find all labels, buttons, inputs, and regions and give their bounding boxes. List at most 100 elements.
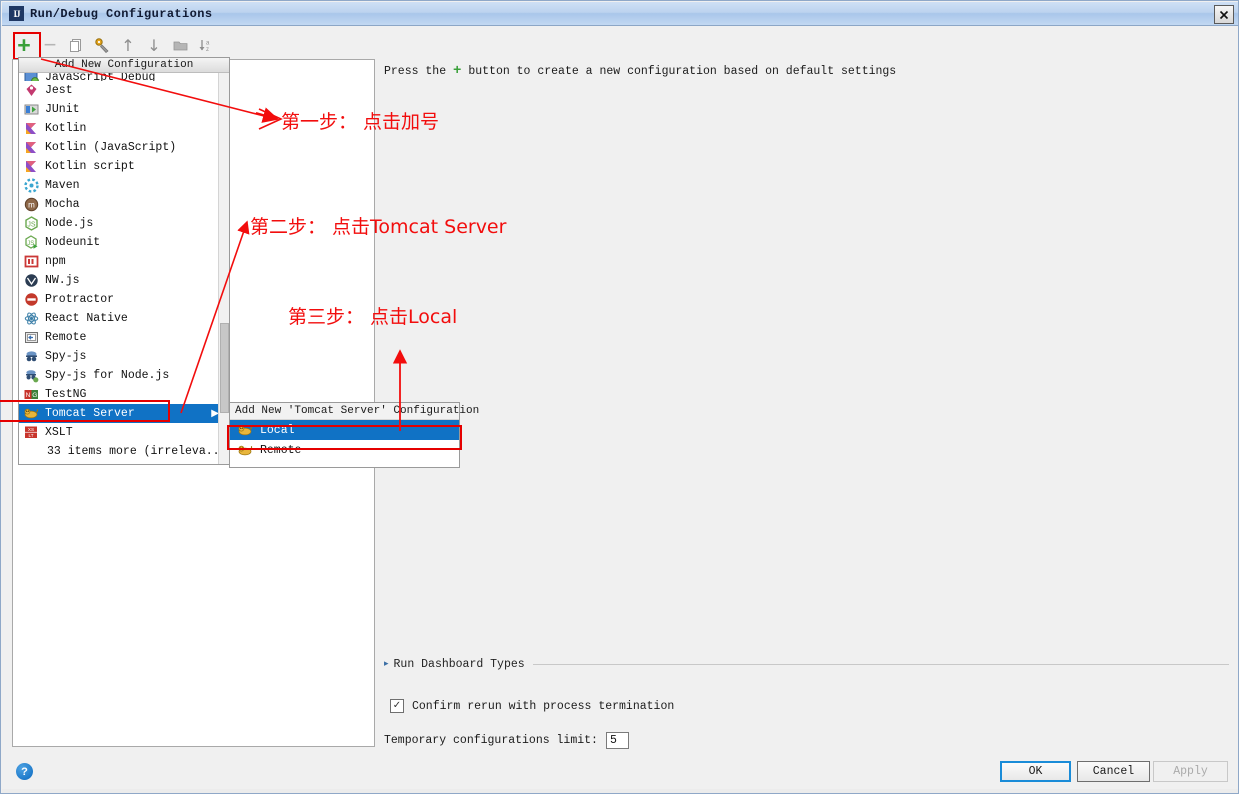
config-type-item[interactable]: m Mocha — [19, 195, 229, 214]
plus-icon: + — [17, 32, 31, 58]
svg-text:a: a — [206, 40, 210, 46]
run-dashboard-types-section[interactable]: ▸ Run Dashboard Types — [384, 657, 1229, 671]
config-type-item[interactable]: N G TestNG — [19, 385, 229, 404]
apply-button: Apply — [1153, 761, 1228, 782]
config-type-label: Tomcat Server — [45, 407, 135, 420]
config-type-item[interactable]: Kotlin script — [19, 157, 229, 176]
copy-configuration-button[interactable] — [63, 32, 89, 58]
config-type-item[interactable]: Spy-js for Node.js — [19, 366, 229, 385]
sort-alphabetically-button[interactable]: a z — [193, 32, 219, 58]
config-type-item[interactable]: JavaScript Debug — [19, 73, 229, 81]
run-dashboard-types-label: Run Dashboard Types — [393, 657, 525, 671]
nodeunit-icon: JS — [24, 235, 39, 250]
add-new-configuration-popup: Add New Configuration JavaScript Debug Je… — [18, 57, 230, 465]
config-type-item[interactable]: JS Nodeunit — [19, 233, 229, 252]
hint-prefix: Press the — [384, 65, 447, 78]
folder-icon — [173, 41, 187, 50]
run-debug-configurations-dialog: IJ Run/Debug Configurations + − ↑ ↓ a z … — [0, 0, 1239, 794]
maven-icon — [24, 178, 39, 193]
config-type-item[interactable]: JUnit — [19, 100, 229, 119]
config-type-item[interactable]: Kotlin (JavaScript) — [19, 138, 229, 157]
config-type-item[interactable]: XS LT XSLT — [19, 423, 229, 442]
tomcat-icon — [238, 423, 253, 438]
config-type-item[interactable]: npm — [19, 252, 229, 271]
config-type-label: Node.js — [45, 217, 94, 230]
config-type-label: Remote — [45, 331, 87, 344]
temp-limit-label: Temporary configurations limit: — [384, 734, 598, 747]
config-type-item[interactable]: Tomcat Server ▶ — [19, 404, 229, 423]
testng-icon: NG — [24, 387, 39, 402]
help-icon[interactable]: ? — [16, 763, 33, 780]
svg-text:XS: XS — [28, 427, 34, 432]
confirm-rerun-checkbox[interactable]: ✓ — [390, 699, 404, 713]
nodejs-icon: JS — [24, 216, 39, 231]
config-type-item[interactable]: Protractor — [19, 290, 229, 309]
popup-scrollbar[interactable] — [218, 73, 229, 464]
config-type-label: npm — [45, 255, 66, 268]
temp-limit-input[interactable] — [605, 732, 629, 749]
hint-plus-icon: + — [453, 63, 462, 79]
configuration-type-list[interactable]: JavaScript Debug Jest JUnit Kotlin Kotlin (J… — [19, 73, 229, 464]
nwjs-icon — [24, 273, 39, 288]
tomcat-icon — [24, 406, 39, 421]
configurations-toolbar: + − ↑ ↓ a z — [11, 31, 371, 59]
window-title: Run/Debug Configurations — [30, 6, 213, 21]
jest-icon — [24, 83, 39, 98]
svg-text:G: G — [32, 392, 37, 399]
config-type-label: XSLT — [45, 426, 73, 439]
config-type-item[interactable]: Maven — [19, 176, 229, 195]
svg-text:m: m — [28, 200, 35, 209]
submenu-list[interactable]: Local Remote — [230, 420, 459, 460]
config-type-label: 33 items more (irreleva... — [47, 445, 227, 458]
mocha-icon: m — [24, 197, 39, 212]
config-type-item[interactable]: NW.js — [19, 271, 229, 290]
submenu-item[interactable]: Remote — [230, 440, 459, 460]
config-type-label: Spy-js for Node.js — [45, 369, 170, 382]
svg-text:LT: LT — [28, 433, 33, 438]
remove-configuration-button[interactable]: − — [37, 32, 63, 58]
config-type-label: Spy-js — [45, 350, 87, 363]
cancel-button[interactable]: Cancel — [1077, 761, 1150, 782]
intellij-logo-icon: IJ — [9, 6, 24, 21]
config-type-item[interactable]: 33 items more (irreleva... — [19, 442, 229, 461]
config-type-item[interactable]: Spy-js — [19, 347, 229, 366]
config-type-item[interactable]: Kotlin — [19, 119, 229, 138]
temporary-configurations-row: Temporary configurations limit: — [384, 732, 629, 749]
config-type-item[interactable]: Jest — [19, 81, 229, 100]
move-up-button[interactable]: ↑ — [115, 32, 141, 58]
sort-az-icon: a z — [199, 39, 210, 53]
config-type-item[interactable]: JS Node.js — [19, 214, 229, 233]
status-bar — [2, 789, 1238, 793]
configuration-details-panel: Press the + button to create a new confi… — [379, 59, 1231, 749]
confirm-rerun-row[interactable]: ✓ Confirm rerun with process termination — [390, 699, 674, 713]
javascript-debug-icon — [24, 73, 39, 81]
config-type-item[interactable]: Remote — [19, 328, 229, 347]
submenu-item[interactable]: Local — [230, 420, 459, 440]
title-bar: IJ Run/Debug Configurations — [2, 2, 1238, 26]
config-type-label: Kotlin (JavaScript) — [45, 141, 177, 154]
copy-icon — [70, 38, 81, 52]
popup-scrollbar-thumb[interactable] — [220, 323, 229, 413]
kotlin-script-icon — [24, 159, 39, 174]
config-type-label: Protractor — [45, 293, 115, 306]
section-divider — [532, 663, 1229, 665]
config-type-label: TestNG — [45, 388, 87, 401]
config-type-label: React Native — [45, 312, 128, 325]
move-down-button[interactable]: ↓ — [141, 32, 167, 58]
close-icon[interactable] — [1214, 5, 1234, 24]
ok-button[interactable]: OK — [1000, 761, 1071, 782]
popup-title: Add New Configuration — [19, 58, 229, 73]
config-type-item[interactable]: React Native — [19, 309, 229, 328]
confirm-rerun-label: Confirm rerun with process termination — [412, 699, 675, 713]
add-configuration-button[interactable]: + — [11, 32, 37, 58]
folder-button[interactable] — [167, 32, 193, 58]
minus-icon: − — [43, 32, 57, 57]
remote-icon — [24, 330, 39, 345]
npm-icon — [24, 254, 39, 269]
edit-templates-button[interactable] — [89, 32, 115, 58]
kotlin-js-icon — [24, 140, 39, 155]
xslt-icon: XS LT — [24, 425, 39, 440]
config-type-label: Nodeunit — [45, 236, 101, 249]
svg-text:JS: JS — [27, 241, 34, 247]
wrench-icon — [95, 37, 109, 53]
